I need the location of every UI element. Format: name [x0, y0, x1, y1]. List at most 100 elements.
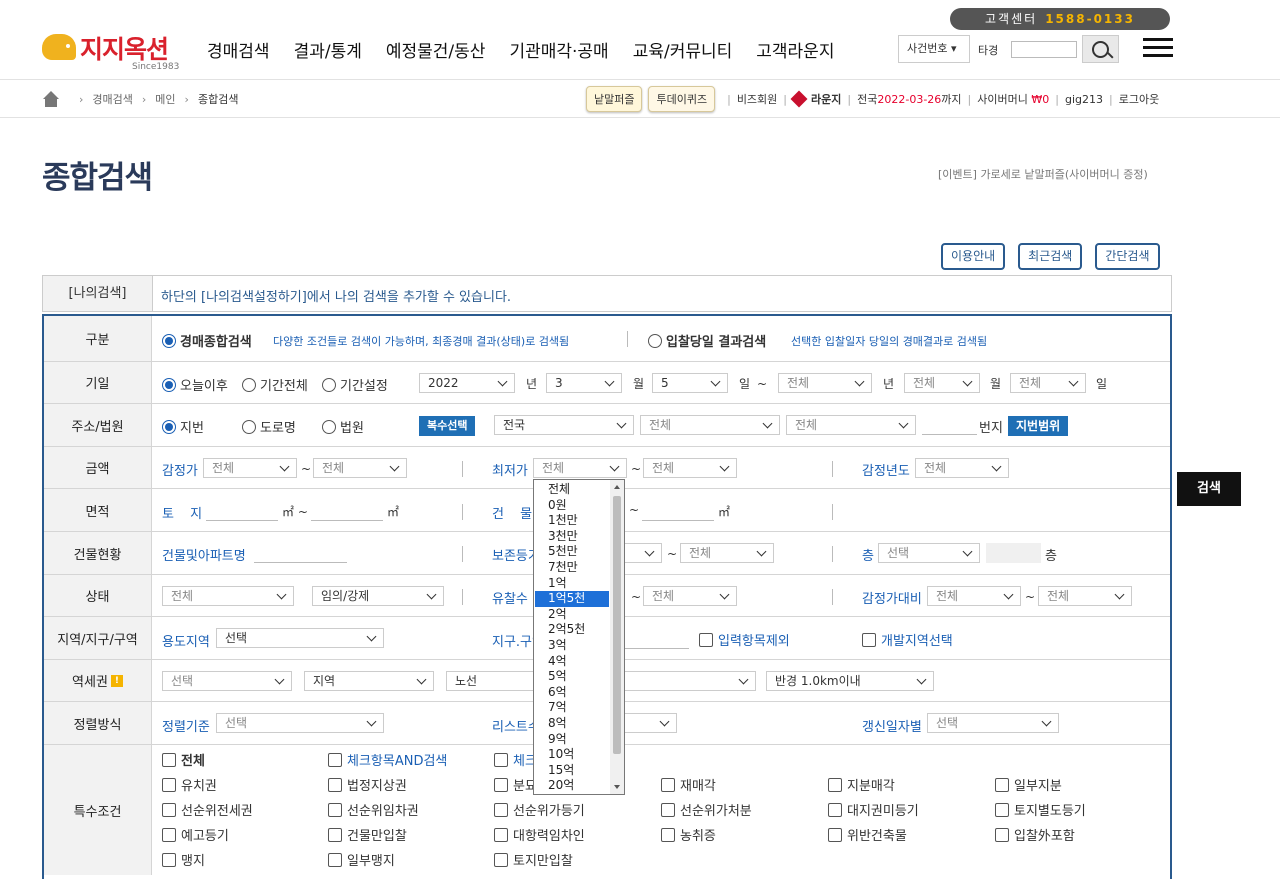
radio-auction-total[interactable]: 경매종합검색 — [162, 331, 252, 350]
nav-item-results[interactable]: 결과/통계 — [294, 37, 362, 62]
event-link[interactable]: [이벤트] 가로세로 낱말퍼즐(사이버머니 증정) — [938, 166, 1148, 182]
dropdown-option[interactable]: 3억 — [535, 638, 609, 654]
special-checkbox[interactable]: 선순위전세권 — [162, 800, 253, 819]
case-number-input[interactable] — [1011, 41, 1077, 58]
word-puzzle-button[interactable]: 낱말퍼즐 — [586, 86, 643, 112]
bldg-area-max-input[interactable] — [642, 501, 714, 521]
special-checkbox[interactable]: 일부맹지 — [328, 850, 395, 869]
special-checkbox[interactable]: 대항력임차인 — [494, 825, 585, 844]
sigungu-select[interactable]: 전체 — [640, 415, 780, 435]
fail-count-max-select[interactable]: 전체 — [643, 586, 737, 606]
scroll-down-icon[interactable] — [614, 785, 620, 789]
radio-road[interactable]: 도로명 — [242, 417, 296, 436]
special-checkbox[interactable]: 선순위임차권 — [328, 800, 419, 819]
dropdown-option[interactable]: 4억 — [535, 654, 609, 670]
end-year-select[interactable]: 전체 — [778, 373, 872, 393]
use-zone-select[interactable]: 선택 — [216, 628, 384, 648]
registry-max-select[interactable]: 전체 — [680, 543, 774, 563]
dropdown-option[interactable]: 15억 — [535, 763, 609, 779]
breadcrumb-item[interactable]: 메인 — [155, 91, 175, 107]
special-all-checkbox[interactable]: 전체 — [162, 750, 205, 769]
special-checkbox[interactable]: 건물만입찰 — [328, 825, 407, 844]
dropdown-option[interactable]: 3천만 — [535, 529, 609, 545]
dropdown-option[interactable]: 8억 — [535, 716, 609, 732]
bunji-range-button[interactable]: 지번범위 — [1008, 416, 1069, 436]
day-select[interactable]: 5 — [652, 373, 728, 393]
home-icon[interactable] — [42, 91, 60, 107]
dropdown-option[interactable]: 2억5천 — [535, 622, 609, 638]
appraisal-min-select[interactable]: 전체 — [203, 458, 297, 478]
land-area-max-input[interactable] — [311, 501, 383, 521]
floor-select[interactable]: 선택 — [878, 543, 980, 563]
radius-select[interactable]: 반경 1.0km이내 — [766, 671, 934, 691]
special-checkbox[interactable]: 입찰外포함 — [995, 825, 1075, 844]
special-checkbox[interactable]: 대지권미등기 — [828, 800, 919, 819]
radio-jibun[interactable]: 지번 — [162, 417, 204, 436]
nav-item-public-sale[interactable]: 기관매각·공매 — [509, 37, 608, 62]
dev-area-checkbox[interactable]: 개발지역선택 — [862, 630, 953, 649]
special-check-checkbox[interactable]: 체크 — [494, 750, 537, 769]
lounge-link[interactable]: 라운지 — [811, 91, 841, 107]
special-checkbox[interactable]: 지분매각 — [828, 775, 895, 794]
dropdown-option[interactable]: 1억 — [535, 576, 609, 592]
dropdown-option[interactable]: 7억 — [535, 700, 609, 716]
dropdown-option[interactable]: 5억 — [535, 669, 609, 685]
simple-search-button[interactable]: 간단검색 — [1095, 243, 1160, 270]
special-checkbox[interactable]: 위반건축물 — [828, 825, 907, 844]
station-select[interactable]: 선택 — [162, 671, 292, 691]
appraisal-max-select[interactable]: 전체 — [313, 458, 407, 478]
special-checkbox[interactable]: 유치권 — [162, 775, 217, 794]
nav-item-scheduled[interactable]: 예정물건/동산 — [386, 37, 486, 62]
land-area-min-input[interactable] — [206, 501, 278, 521]
today-quiz-button[interactable]: 투데이퀴즈 — [648, 86, 716, 112]
nav-item-lounge[interactable]: 고객라운지 — [756, 37, 834, 62]
station-region-select[interactable]: 지역 — [304, 671, 434, 691]
exclude-checkbox[interactable]: 입력항목제외 — [699, 630, 790, 649]
special-and-checkbox[interactable]: 체크항목AND검색 — [328, 750, 447, 769]
list-count-select[interactable] — [624, 713, 677, 733]
special-checkbox[interactable]: 일부지분 — [995, 775, 1062, 794]
end-month-select[interactable]: 전체 — [904, 373, 980, 393]
dropdown-option[interactable]: 0원 — [535, 498, 609, 514]
bunji-input[interactable] — [922, 415, 977, 435]
ratio-min-select[interactable]: 전체 — [927, 586, 1021, 606]
radio-set-period[interactable]: 기간설정 — [322, 375, 388, 394]
radio-from-today[interactable]: 오늘이후 — [162, 375, 228, 394]
minprice-max-select[interactable]: 전체 — [643, 458, 737, 478]
scroll-up-icon[interactable] — [614, 485, 620, 489]
dropdown-option[interactable]: 전체 — [535, 482, 609, 498]
customer-center-badge[interactable]: 고객센터 1588-0133 — [950, 8, 1170, 30]
dropdown-option[interactable]: 9억 — [535, 732, 609, 748]
min-price-dropdown-list[interactable]: 전체 0원 1천만 3천만 5천만 7천만 1억 1억5천 2억 2억5천 3억 4억 5억 6억 7억 8억… — [533, 479, 625, 795]
special-checkbox[interactable]: 선순위가등기 — [494, 800, 585, 819]
dropdown-scrollbar[interactable] — [610, 480, 624, 794]
radio-court[interactable]: 법원 — [322, 417, 364, 436]
registry-min-select[interactable] — [622, 543, 662, 563]
nav-item-education[interactable]: 교육/커뮤니티 — [633, 37, 733, 62]
floating-search-button[interactable]: 검색 — [1177, 472, 1241, 506]
dropdown-option[interactable]: 1천만 — [535, 513, 609, 529]
special-checkbox[interactable]: 분묘 — [494, 775, 537, 794]
biz-member-link[interactable]: 비즈회원 — [737, 91, 777, 107]
special-checkbox[interactable]: 토지별도등기 — [995, 800, 1086, 819]
site-logo[interactable]: 지지옥션 Since1983 — [42, 32, 192, 76]
sido-select[interactable]: 전국 — [494, 415, 634, 435]
dropdown-option[interactable]: 6억 — [535, 685, 609, 701]
dong-select[interactable]: 전체 — [786, 415, 916, 435]
special-checkbox[interactable]: 농취증 — [661, 825, 716, 844]
ratio-max-select[interactable]: 전체 — [1038, 586, 1132, 606]
special-checkbox[interactable]: 토지만입찰 — [494, 850, 573, 869]
menu-icon[interactable] — [1143, 38, 1173, 58]
year-select[interactable]: 2022 — [419, 373, 515, 393]
dropdown-option[interactable]: 2억 — [535, 607, 609, 623]
user-id[interactable]: gig213 — [1065, 93, 1103, 106]
dropdown-option[interactable]: 5천만 — [535, 544, 609, 560]
dropdown-option[interactable]: 20억 — [535, 778, 609, 794]
dropdown-option[interactable]: 10억 — [535, 747, 609, 763]
breadcrumb-item[interactable]: 경매검색 — [92, 91, 132, 107]
update-date-select[interactable]: 선택 — [927, 713, 1059, 733]
multi-select-button[interactable]: 복수선택 — [419, 416, 476, 436]
end-day-select[interactable]: 전체 — [1010, 373, 1086, 393]
special-checkbox[interactable]: 재매각 — [661, 775, 716, 794]
building-name-input[interactable] — [254, 543, 347, 563]
